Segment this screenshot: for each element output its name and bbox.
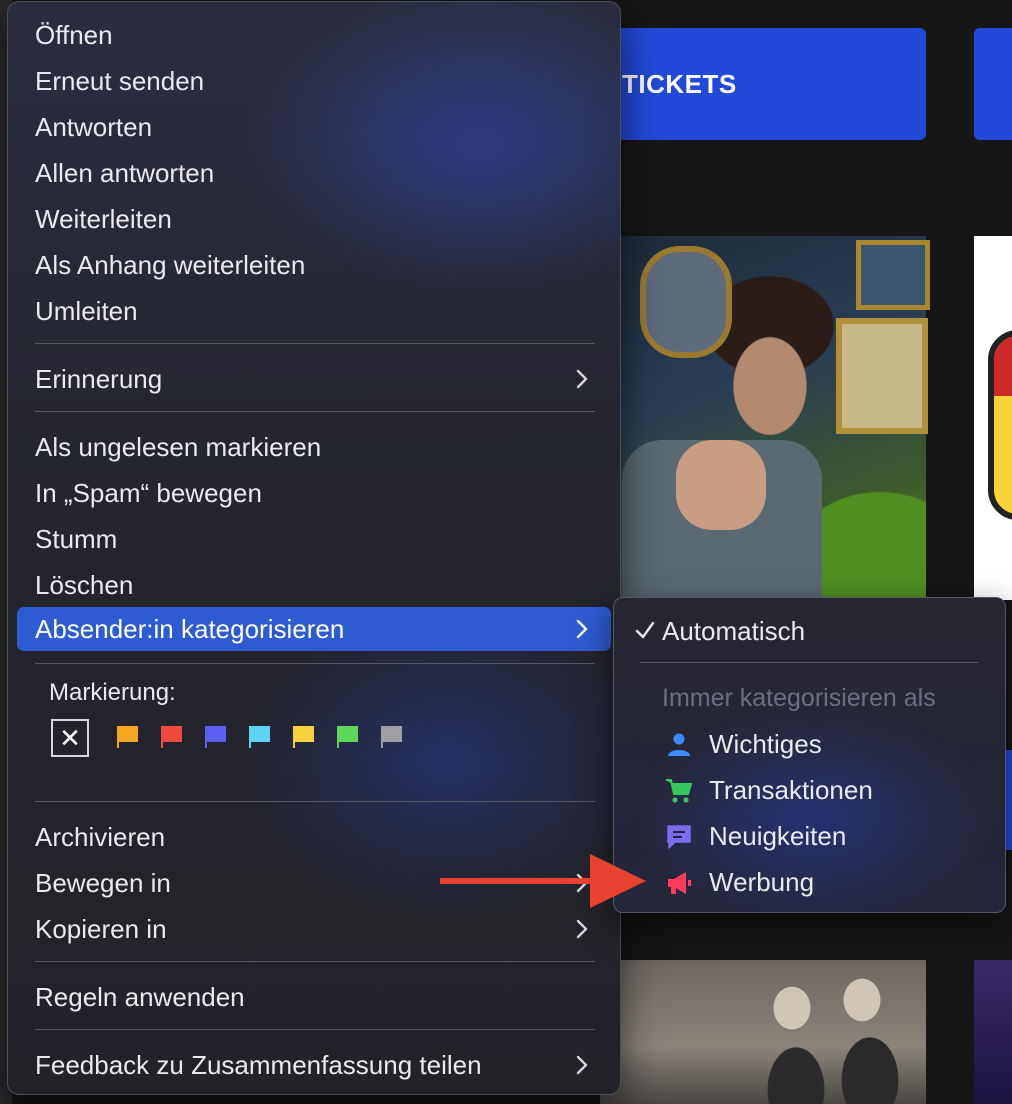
menu-item-forward[interactable]: Weiterleiten: [17, 197, 611, 241]
flag-cyan-icon[interactable]: [247, 724, 273, 750]
picture-frame-large: [836, 318, 928, 434]
menu-item-copy-to[interactable]: Kopieren in: [17, 907, 611, 951]
menu-item-reminder[interactable]: Erinnerung: [17, 357, 611, 401]
menu-item-delete[interactable]: Löschen: [17, 563, 611, 607]
menu-item-resend[interactable]: Erneut senden: [17, 59, 611, 103]
menu-item-mute[interactable]: Stumm: [17, 517, 611, 561]
flag-gray-icon[interactable]: [379, 724, 405, 750]
menu-separator: [35, 801, 595, 802]
clear-flag-button[interactable]: ✕: [51, 719, 89, 757]
menu-item-reply[interactable]: Antworten: [17, 105, 611, 149]
menu-item-apply-rules[interactable]: Regeln anwenden: [17, 975, 611, 1019]
chevron-right-icon: [576, 369, 588, 389]
context-menu: Öffnen Erneut senden Antworten Allen ant…: [7, 1, 621, 1095]
flag-shape: [249, 726, 270, 748]
flag-shape: [117, 726, 138, 748]
flag-green-icon[interactable]: [335, 724, 361, 750]
tickets-button-label: TICKETS: [622, 68, 737, 99]
markierung-label: Markierung:: [49, 679, 176, 706]
right-promo-badge: [988, 330, 1012, 520]
submenu-item-automatic[interactable]: Automatisch: [614, 609, 1005, 653]
band-photo: [600, 960, 926, 1104]
right-band-image: [974, 960, 1012, 1104]
flag-shape: [381, 726, 402, 748]
person-icon: [668, 733, 690, 756]
submenu-separator: [640, 662, 978, 663]
flag-purple-icon[interactable]: [203, 724, 229, 750]
flag-orange-icon[interactable]: [115, 724, 141, 750]
picture-frame-small: [856, 240, 930, 310]
menu-item-categorize-sender[interactable]: Absender:in kategorisieren: [17, 607, 611, 651]
menu-item-open[interactable]: Öffnen: [17, 13, 611, 57]
menu-item-feedback-summary[interactable]: Feedback zu Zusammenfassung teilen: [17, 1043, 611, 1087]
chevron-right-icon: [576, 919, 588, 939]
cart-icon: [666, 779, 692, 803]
annotation-arrow-icon: [440, 854, 646, 908]
menu-item-move-spam[interactable]: In „Spam“ bewegen: [17, 471, 611, 515]
tickets-button[interactable]: TICKETS: [600, 28, 926, 140]
message-icon: [667, 825, 691, 849]
menu-item-reply-all[interactable]: Allen antworten: [17, 151, 611, 195]
flag-shape: [205, 726, 226, 748]
submenu-heading: Immer kategorisieren als: [662, 684, 936, 712]
photo-hand: [676, 440, 766, 530]
second-ticket-button[interactable]: [974, 28, 1012, 140]
menu-item-forward-attachment[interactable]: Als Anhang weiterleiten: [17, 243, 611, 287]
flag-shape: [161, 726, 182, 748]
chevron-right-icon: [576, 619, 588, 639]
submenu-item-werbung[interactable]: Werbung: [613, 860, 1004, 904]
menu-item-mark-unread[interactable]: Als ungelesen markieren: [17, 425, 611, 469]
menu-item-redirect[interactable]: Umleiten: [17, 289, 611, 333]
submenu-item-neuigkeiten[interactable]: Neuigkeiten: [613, 814, 1004, 858]
menu-separator: [35, 411, 595, 412]
menu-separator: [35, 961, 595, 962]
chevron-right-icon: [576, 1055, 588, 1075]
submenu-item-wichtiges[interactable]: Wichtiges: [613, 722, 1004, 766]
menu-separator: [35, 343, 595, 344]
menu-separator: [35, 663, 595, 664]
flag-yellow-icon[interactable]: [291, 724, 317, 750]
megaphone-icon: [668, 872, 691, 894]
menu-separator: [35, 1029, 595, 1030]
portrait-frame: [640, 246, 732, 358]
flag-shape: [337, 726, 358, 748]
flag-shape: [293, 726, 314, 748]
flag-red-icon[interactable]: [159, 724, 185, 750]
checkmark-icon: [635, 621, 655, 639]
submenu-item-transaktionen[interactable]: Transaktionen: [613, 768, 1004, 812]
